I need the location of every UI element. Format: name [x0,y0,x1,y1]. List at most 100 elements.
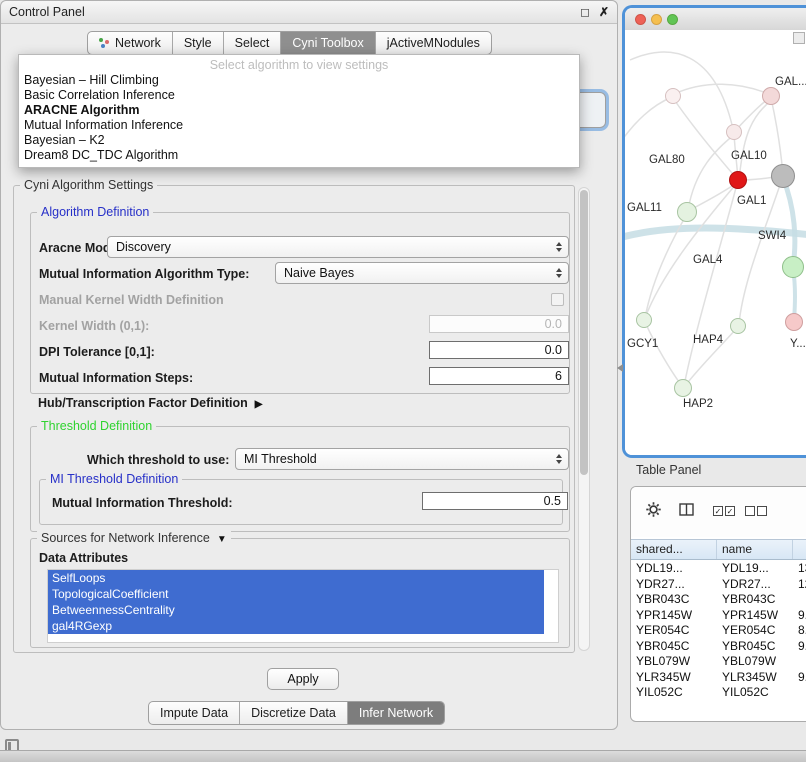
settings-scrollbar[interactable] [578,187,590,651]
network-node[interactable] [762,87,780,105]
network-node[interactable] [730,318,746,334]
table-cell [793,592,806,608]
algorithm-option[interactable]: Bayesian – K2 [19,133,579,148]
network-node[interactable] [726,124,742,140]
tab-label: Network [115,36,161,50]
deselect-all-columns-icon[interactable] [745,506,769,516]
tab-infer-network[interactable]: Infer Network [347,702,444,724]
hub-definition-label: Hub/Transcription Factor Definition [38,396,248,410]
column-header[interactable]: shared... [631,540,717,559]
table-row[interactable]: YDL19...YDL19...13 [631,561,806,577]
dpi-tolerance-field[interactable] [429,341,569,359]
network-node[interactable] [782,256,804,278]
stepper-icon [556,268,564,278]
network-view-window[interactable]: GAL...GAL80GAL10GAL11GAL1SWI4GAL4GCY1HAP… [625,8,806,455]
node-label: GCY1 [627,338,658,350]
dpi-tolerance-label: DPI Tolerance [0,1]: [39,345,155,359]
table-cell: YBL079W [631,654,717,670]
which-threshold-combobox[interactable]: MI Threshold [235,448,569,470]
manual-kernel-width-label: Manual Kernel Width Definition [39,293,224,307]
table-row[interactable]: YLR345WYLR345W9. [631,670,806,686]
table-settings-gear-icon[interactable] [645,501,662,518]
table-cell: YLR345W [631,670,717,686]
mi-steps-field[interactable] [429,367,569,385]
network-node[interactable] [785,313,803,331]
attribute-item[interactable]: SelfLoops [48,570,544,586]
attribute-item[interactable]: TopologicalCoefficient [48,586,544,602]
close-icon[interactable]: ✗ [599,1,609,23]
unchecked-box-icon [745,506,755,516]
table-cell: 13 [793,561,806,577]
tab-impute-data[interactable]: Impute Data [149,702,239,724]
attribute-item[interactable]: gal4RGexp [48,618,544,634]
show-columns-icon[interactable] [679,503,695,517]
network-node[interactable] [665,88,681,104]
table-cell: 9. [793,670,806,686]
tab-select[interactable]: Select [223,32,281,54]
algorithm-option-list: Bayesian – Hill ClimbingBasic Correlatio… [19,73,579,163]
close-traffic-light-icon[interactable] [635,14,646,25]
column-header[interactable]: name [717,540,793,559]
control-panel-titlebar[interactable]: Control Panel ◻ ✗ [1,1,617,24]
tab-label: jActiveMNodules [387,36,480,50]
window-controls: ◻ ✗ [580,1,609,23]
checked-box-icon: ✓ [713,506,723,516]
algorithm-option[interactable]: ARACNE Algorithm [19,103,579,118]
node-label: GAL80 [649,154,685,166]
table-row[interactable]: YBL079WYBL079W [631,654,806,670]
float-window-icon[interactable]: ◻ [580,1,590,23]
kernel-width-field [429,315,569,333]
node-label: GAL4 [693,254,722,266]
mi-threshold-group-title: MI Threshold Definition [46,472,182,486]
hub-definition-section[interactable]: Hub/Transcription Factor Definition ▶ [38,396,262,410]
algorithm-option[interactable]: Mutual Information Inference [19,118,579,133]
network-node[interactable] [729,171,747,189]
tab-label: Discretize Data [251,706,336,720]
attribute-item[interactable]: BetweennessCentrality [48,602,544,618]
select-all-columns-icon[interactable]: ✓✓ [713,506,737,516]
network-node[interactable] [771,164,795,188]
algorithm-definition-title: Algorithm Definition [37,205,153,219]
data-attributes-list[interactable]: SelfLoopsTopologicalCoefficientBetweenne… [47,569,559,643]
splitter-collapse-arrow[interactable] [617,364,623,372]
zoom-traffic-light-icon[interactable] [667,14,678,25]
tab-discretize-data[interactable]: Discretize Data [239,702,347,724]
network-canvas[interactable]: GAL...GAL80GAL10GAL11GAL1SWI4GAL4GCY1HAP… [625,30,806,455]
tab-style[interactable]: Style [172,32,223,54]
table-cell [793,654,806,670]
apply-button[interactable]: Apply [267,668,339,690]
network-node[interactable] [674,379,692,397]
tab-jactivemnodules[interactable]: jActiveMNodules [375,32,491,54]
algorithm-option[interactable]: Dream8 DC_TDC Algorithm [19,148,579,163]
table-row[interactable]: YBR043CYBR043C [631,592,806,608]
network-window-titlebar[interactable] [625,8,806,31]
node-label: HAP4 [693,334,723,346]
control-panel-title: Control Panel [9,1,85,23]
mi-algorithm-type-combobox[interactable]: Naive Bayes [275,262,569,284]
tab-label: Impute Data [160,706,228,720]
mi-threshold-field[interactable] [422,492,568,510]
aracne-mode-combobox[interactable]: Discovery [107,236,569,258]
table-cell: YDR27... [717,577,793,593]
birdseye-toggle[interactable] [793,32,805,44]
tab-network[interactable]: Network [88,32,172,54]
node-label: GAL10 [731,150,767,162]
tab-cyni-toolbox[interactable]: Cyni Toolbox [280,32,374,54]
sources-group: Sources for Network Inference▼ Data Attr… [30,538,570,648]
algorithm-option[interactable]: Bayesian – Hill Climbing [19,73,579,88]
table-row[interactable]: YDR27...YDR27...12 [631,577,806,593]
minimize-traffic-light-icon[interactable] [651,14,662,25]
table-row[interactable]: YPR145WYPR145W9. [631,608,806,624]
table-row[interactable]: YER054CYER054C8. [631,623,806,639]
table-row[interactable]: YBR045CYBR045C9. [631,639,806,655]
algorithm-option[interactable]: Basic Correlation Inference [19,88,579,103]
network-node[interactable] [677,202,697,222]
column-header[interactable] [793,540,806,559]
scrollbar-thumb[interactable] [580,190,588,475]
sources-section-header[interactable]: Sources for Network Inference▼ [37,531,231,545]
table-cell: 12 [793,577,806,593]
collapse-arrow-icon: ▶ [255,399,263,410]
table-panel-title: Table Panel [636,463,701,477]
network-node[interactable] [636,312,652,328]
table-row[interactable]: YIL052CYIL052C [631,685,806,701]
